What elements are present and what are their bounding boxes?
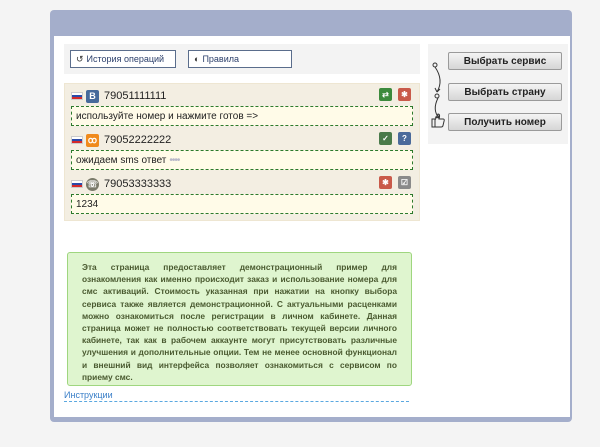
activation-item: ꝏ 79052222222 ✓ ? ожидаем sms ответ •••• [71, 132, 413, 170]
action-panel: Выбрать сервис Выбрать страну Получить н… [428, 44, 568, 144]
history-button[interactable]: ↺ История операций [70, 50, 176, 68]
phone-number: 79051111111 [104, 90, 167, 102]
phone-number: 79053333333 [104, 178, 172, 190]
select-country-button[interactable]: Выбрать страну [448, 83, 562, 101]
app-frame: ↺ История операций ◐ Правила B 790511111… [50, 10, 572, 422]
rules-label: Правила [202, 54, 239, 64]
info-shield-icon: ◐ [194, 54, 200, 64]
status-text: используйте номер и нажмите готов => [76, 110, 259, 122]
activations-list: B 79051111111 ⇄ ✱ используйте номер и на… [64, 83, 420, 221]
cancel-icon[interactable]: ✱ [398, 88, 411, 101]
activation-status: используйте номер и нажмите готов => [71, 106, 413, 126]
top-links-bar: ↺ История операций ◐ Правила [64, 44, 420, 74]
russia-flag-icon [71, 136, 83, 144]
phone-number: 79052222222 [104, 134, 172, 146]
status-text: ожидаем sms ответ [76, 154, 167, 166]
rules-button[interactable]: ◐ Правила [188, 50, 292, 68]
activation-status: ожидаем sms ответ •••• [71, 150, 413, 170]
left-column: ↺ История операций ◐ Правила B 790511111… [64, 44, 420, 221]
info-notice: Эта страница предоставляет демонстрацион… [67, 252, 412, 386]
help-icon[interactable]: ? [398, 132, 411, 145]
complete-icon[interactable]: ☑ [398, 176, 411, 189]
loading-dots: •••• [169, 154, 180, 166]
russia-flag-icon [71, 180, 83, 188]
odnoklassniki-icon: ꝏ [86, 133, 99, 147]
check-icon[interactable]: ✓ [379, 132, 392, 145]
history-icon: ↺ [76, 53, 84, 64]
frame-header [50, 10, 572, 36]
russia-flag-icon [71, 92, 83, 100]
arrow-decoration [432, 62, 441, 119]
get-number-button[interactable]: Получить номер [448, 113, 562, 131]
vk-icon: B [86, 89, 99, 103]
activation-status: 1234 [71, 194, 413, 214]
thumbs-up-icon [431, 113, 445, 128]
activation-item: B 79051111111 ⇄ ✱ используйте номер и на… [71, 88, 413, 126]
cancel-icon[interactable]: ✱ [379, 176, 392, 189]
status-text: 1234 [76, 198, 99, 210]
main-content: ↺ История операций ◐ Правила B 790511111… [54, 36, 570, 417]
instructions-link[interactable]: Инструкции [64, 390, 409, 402]
activation-item: ☏ 79053333333 ✱ ☑ 1234 [71, 176, 413, 214]
select-service-button[interactable]: Выбрать сервис [448, 52, 562, 70]
history-label: История операций [86, 54, 165, 64]
whatsapp-icon: ☏ [86, 177, 99, 191]
ready-icon[interactable]: ⇄ [379, 88, 392, 101]
